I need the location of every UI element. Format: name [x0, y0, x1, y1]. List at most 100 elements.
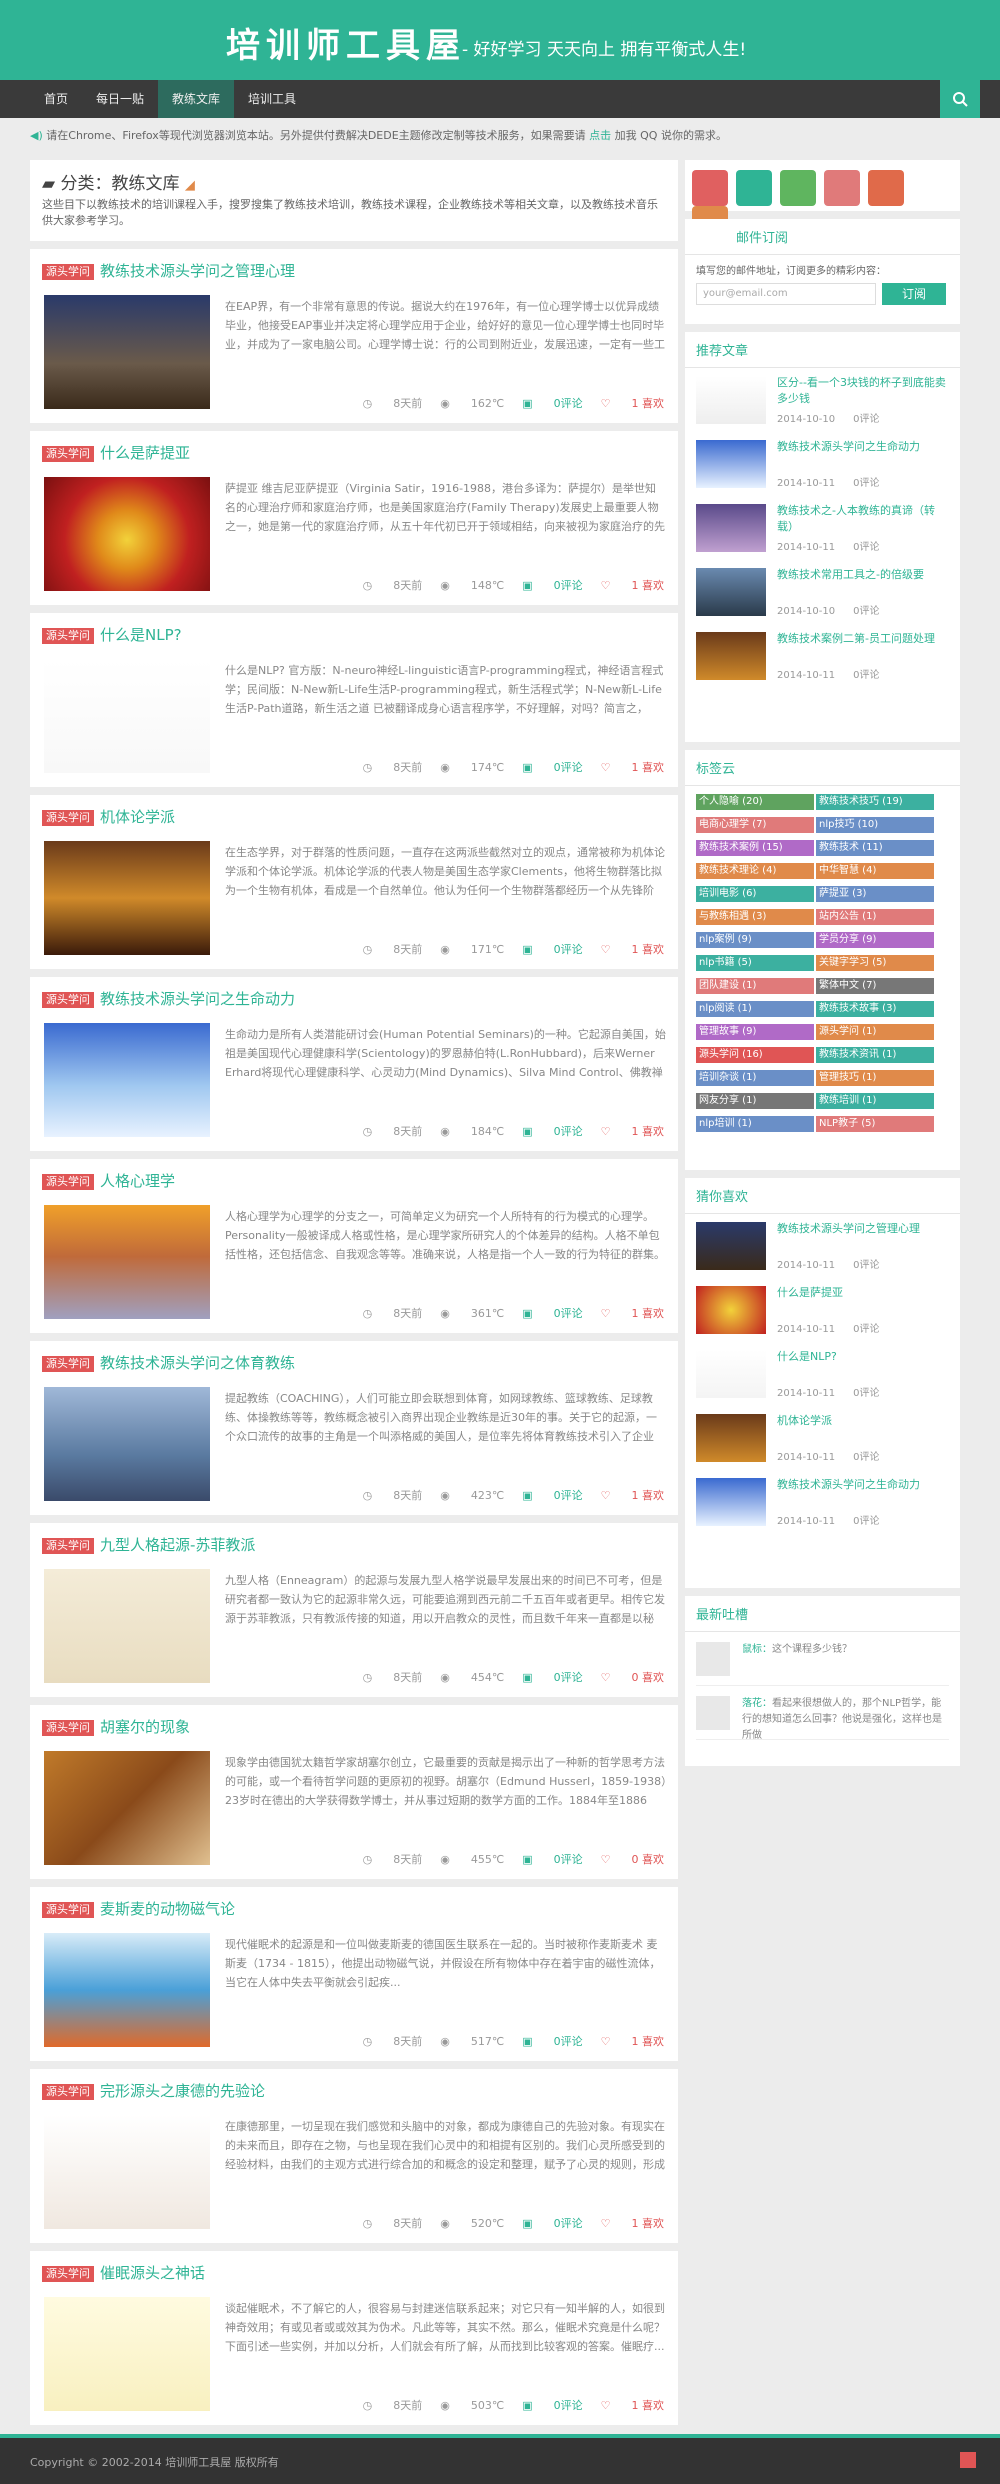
- site-logo[interactable]: 培训师工具屋: [226, 18, 466, 67]
- sidebar-article-item[interactable]: 教练技术案例二第-员工问题处理 2014-10-11 0评论: [685, 624, 960, 688]
- notice-link[interactable]: 点击: [589, 129, 611, 142]
- post-like-text[interactable]: 1 喜欢: [632, 761, 665, 774]
- article-title[interactable]: 区分--看一个3块钱的杯子到底能卖多少钱: [777, 375, 947, 407]
- post-comments[interactable]: ▣ 0评论: [522, 579, 582, 592]
- post-title-text[interactable]: 教练技术源头学问之管理心理: [100, 262, 295, 280]
- article-title[interactable]: 什么是萨提亚: [777, 1285, 947, 1301]
- post-title-text[interactable]: 人格心理学: [100, 1172, 175, 1190]
- sidebar-article-item[interactable]: 教练技术源头学问之生命动力 2014-10-11 0评论: [685, 1470, 960, 1534]
- post-comments-text[interactable]: 0评论: [554, 943, 583, 956]
- post-comments[interactable]: ▣ 0评论: [522, 761, 582, 774]
- tag-item[interactable]: 网友分享 (1): [696, 1093, 814, 1109]
- post-like[interactable]: ♡ 1 喜欢: [601, 2217, 664, 2230]
- tag-item[interactable]: 萨提亚 (3): [816, 886, 934, 902]
- post-like[interactable]: ♡ 1 喜欢: [601, 397, 664, 410]
- post-tag[interactable]: 源头学问: [42, 1719, 94, 1736]
- subscribe-button[interactable]: 订阅: [882, 283, 946, 305]
- tag-item[interactable]: 管理技巧 (1): [816, 1070, 934, 1086]
- nav-item-tools[interactable]: 培训工具: [234, 80, 310, 118]
- post-title-text[interactable]: 催眠源头之神话: [100, 2264, 205, 2282]
- nav-item-home[interactable]: 首页: [30, 80, 82, 118]
- tag-item[interactable]: nlp书籍 (5): [696, 955, 814, 971]
- post-like[interactable]: ♡ 1 喜欢: [601, 2035, 664, 2048]
- post-title-text[interactable]: 九型人格起源-苏菲教派: [100, 1536, 255, 1554]
- article-title[interactable]: 教练技术案例二第-员工问题处理: [777, 631, 947, 647]
- post-thumbnail[interactable]: [44, 2115, 210, 2229]
- email-field[interactable]: your@email.com: [696, 283, 876, 305]
- article-thumbnail[interactable]: [696, 440, 766, 488]
- post-title[interactable]: 源头学问 胡塞尔的现象: [42, 1717, 190, 1737]
- post-thumbnail[interactable]: [44, 1933, 210, 2047]
- article-title[interactable]: 教练技术之-人本教练的真谛（转载）: [777, 503, 947, 535]
- wechat-icon[interactable]: [780, 170, 816, 206]
- post-title[interactable]: 源头学问 机体论学派: [42, 807, 175, 827]
- post-like[interactable]: ♡ 1 喜欢: [601, 761, 664, 774]
- article-thumbnail[interactable]: [696, 504, 766, 552]
- tag-item[interactable]: nlp培训 (1): [696, 1116, 814, 1132]
- article-thumbnail[interactable]: [696, 1414, 766, 1462]
- post-title-text[interactable]: 胡塞尔的现象: [100, 1718, 190, 1736]
- post-thumbnail[interactable]: [44, 659, 210, 773]
- comment-item[interactable]: 鼠标：这个课程多少钱？: [696, 1632, 949, 1686]
- post-title-text[interactable]: 教练技术源头学问之生命动力: [100, 990, 295, 1008]
- article-title[interactable]: 教练技术源头学问之生命动力: [777, 1477, 947, 1493]
- article-title[interactable]: 教练技术常用工具之-的倍级要: [777, 567, 947, 583]
- tag-item[interactable]: 团队建设 (1): [696, 978, 814, 994]
- tag-item[interactable]: nlp案例 (9): [696, 932, 814, 948]
- post-title-text[interactable]: 完形源头之康德的先验论: [100, 2082, 265, 2100]
- post-comments-text[interactable]: 0评论: [554, 761, 583, 774]
- post-title-text[interactable]: 机体论学派: [100, 808, 175, 826]
- tag-item[interactable]: 教练技术理论 (4): [696, 863, 814, 879]
- nav-item-library[interactable]: 教练文库: [158, 80, 235, 118]
- post-title[interactable]: 源头学问 人格心理学: [42, 1171, 175, 1191]
- post-tag[interactable]: 源头学问: [42, 627, 94, 644]
- post-like[interactable]: ♡ 1 喜欢: [601, 1489, 664, 1502]
- post-thumbnail[interactable]: [44, 1205, 210, 1319]
- post-like[interactable]: ♡ 1 喜欢: [601, 1307, 664, 1320]
- tag-item[interactable]: 繁体中文 (7): [816, 978, 934, 994]
- post-comments-text[interactable]: 0评论: [554, 1671, 583, 1684]
- post-tag[interactable]: 源头学问: [42, 1901, 94, 1918]
- tag-item[interactable]: nlp阅读 (1): [696, 1001, 814, 1017]
- search-button[interactable]: [940, 80, 980, 118]
- post-comments[interactable]: ▣ 0评论: [522, 1853, 582, 1866]
- post-comments-text[interactable]: 0评论: [554, 1489, 583, 1502]
- post-title-text[interactable]: 麦斯麦的动物磁气论: [100, 1900, 235, 1918]
- tag-item[interactable]: 培训电影 (6): [696, 886, 814, 902]
- tag-item[interactable]: 电商心理学 (7): [696, 817, 814, 833]
- post-thumbnail[interactable]: [44, 1751, 210, 1865]
- tag-item[interactable]: 站内公告 (1): [816, 909, 934, 925]
- article-thumbnail[interactable]: [696, 1286, 766, 1334]
- post-comments[interactable]: ▣ 0评论: [522, 1307, 582, 1320]
- post-tag[interactable]: 源头学问: [42, 1173, 94, 1190]
- post-title[interactable]: 源头学问 麦斯麦的动物磁气论: [42, 1899, 235, 1919]
- tag-item[interactable]: 源头学问 (1): [816, 1024, 934, 1040]
- nav-item-daily[interactable]: 每日一贴: [82, 80, 158, 118]
- sidebar-article-item[interactable]: 教练技术之-人本教练的真谛（转载） 2014-10-11 0评论: [685, 496, 960, 560]
- post-like-text[interactable]: 1 喜欢: [632, 1125, 665, 1138]
- post-comments-text[interactable]: 0评论: [554, 1125, 583, 1138]
- tag-item[interactable]: 中华智慧 (4): [816, 863, 934, 879]
- post-comments-text[interactable]: 0评论: [554, 2217, 583, 2230]
- article-thumbnail[interactable]: [696, 376, 766, 424]
- post-thumbnail[interactable]: [44, 1023, 210, 1137]
- post-like-text[interactable]: 1 喜欢: [632, 397, 665, 410]
- post-thumbnail[interactable]: [44, 1569, 210, 1683]
- post-like-text[interactable]: 1 喜欢: [632, 2035, 665, 2048]
- post-comments-text[interactable]: 0评论: [554, 579, 583, 592]
- sidebar-article-item[interactable]: 教练技术常用工具之-的倍级要 2014-10-10 0评论: [685, 560, 960, 624]
- tag-item[interactable]: 与教练相遇 (3): [696, 909, 814, 925]
- tag-item[interactable]: 教练技术 (11): [816, 840, 934, 856]
- post-tag[interactable]: 源头学问: [42, 1355, 94, 1372]
- post-tag[interactable]: 源头学问: [42, 263, 94, 280]
- sidebar-article-item[interactable]: 教练技术源头学问之管理心理 2014-10-11 0评论: [685, 1214, 960, 1278]
- weibo-icon[interactable]: [692, 170, 728, 206]
- post-like[interactable]: ♡ 1 喜欢: [601, 579, 664, 592]
- post-like[interactable]: ♡ 0 喜欢: [601, 1671, 664, 1684]
- article-title[interactable]: 什么是NLP?: [777, 1349, 947, 1365]
- post-comments-text[interactable]: 0评论: [554, 2399, 583, 2412]
- sidebar-article-item[interactable]: 什么是NLP? 2014-10-11 0评论: [685, 1342, 960, 1406]
- tag-item[interactable]: NLP教子 (5): [816, 1116, 934, 1132]
- post-thumbnail[interactable]: [44, 295, 210, 409]
- post-comments-text[interactable]: 0评论: [554, 1307, 583, 1320]
